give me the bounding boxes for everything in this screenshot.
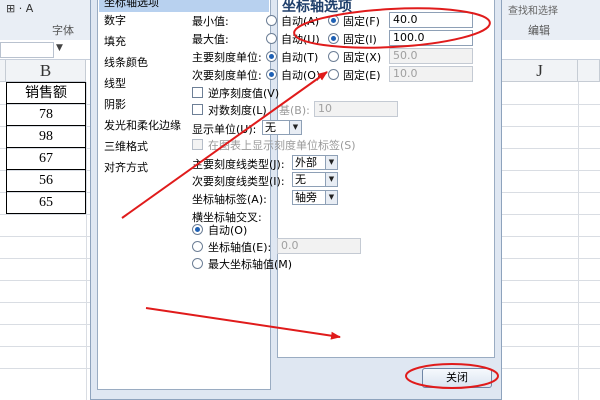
cross-axis-value-label[interactable]: 坐标轴值(E): bbox=[208, 239, 271, 255]
min-label: 最小值: bbox=[192, 15, 229, 28]
nav-item-alignment[interactable]: 对齐方式 bbox=[104, 159, 148, 175]
show-units-label-text: 在图表上显示刻度单位标签(S) bbox=[208, 139, 356, 152]
cross-axis-value-radio[interactable] bbox=[192, 241, 203, 252]
min-fixed-label[interactable]: 固定(F) bbox=[343, 13, 380, 29]
col-header-b[interactable]: B bbox=[6, 60, 86, 82]
col-header-k[interactable] bbox=[578, 60, 600, 82]
display-units-value: 无 bbox=[265, 121, 276, 134]
major-tick-type-value: 外部 bbox=[295, 156, 317, 169]
show-units-label-checkbox[interactable] bbox=[192, 139, 203, 150]
reverse-order-label[interactable]: 逆序刻度值(V) bbox=[208, 85, 279, 101]
cross-max-label[interactable]: 最大坐标轴值(M) bbox=[208, 256, 292, 272]
major-auto-radio[interactable] bbox=[266, 51, 277, 62]
nav-item-axis-options[interactable]: 坐标轴选项 bbox=[99, 0, 269, 12]
ribbon-toolbar-icons[interactable]: ⊞ · A bbox=[6, 2, 33, 15]
cross-auto-radio[interactable] bbox=[192, 224, 203, 235]
nav-item-number[interactable]: 数字 bbox=[104, 12, 126, 28]
log-base-label: 基(B): bbox=[279, 104, 310, 117]
cell-b6[interactable]: 65 bbox=[6, 192, 86, 214]
cell-b4[interactable]: 67 bbox=[6, 148, 86, 170]
axis-labels-select[interactable]: 轴旁 ▼ bbox=[292, 190, 338, 205]
ribbon-group-font: 字体 bbox=[52, 24, 74, 37]
chevron-down-icon[interactable]: ▼ bbox=[56, 43, 63, 53]
cell-b3[interactable]: 98 bbox=[6, 126, 86, 148]
format-axis-dialog: 坐标轴选项 数字 填充 线条颜色 线型 阴影 发光和柔化边缘 三维格式 对齐方式… bbox=[90, 0, 502, 400]
col-header-j[interactable]: J bbox=[502, 60, 578, 82]
ribbon-group-edit: 编辑 bbox=[528, 24, 550, 37]
nav-item-line-style[interactable]: 线型 bbox=[104, 75, 126, 91]
minor-fixed-label[interactable]: 固定(E) bbox=[343, 67, 381, 83]
display-units-label: 显示单位(U): bbox=[192, 123, 257, 136]
major-auto-label[interactable]: 自动(T) bbox=[281, 49, 318, 65]
minor-unit-label: 次要刻度单位: bbox=[192, 69, 262, 82]
nav-item-shadow[interactable]: 阴影 bbox=[104, 96, 126, 112]
log-base-input[interactable]: 10 bbox=[314, 101, 398, 117]
name-box[interactable] bbox=[0, 42, 54, 58]
cell-b5[interactable]: 56 bbox=[6, 170, 86, 192]
major-tick-type-select[interactable]: 外部 ▼ bbox=[292, 155, 338, 170]
min-value-input[interactable]: 40.0 bbox=[389, 12, 473, 28]
minor-unit-input[interactable]: 10.0 bbox=[389, 66, 473, 82]
max-fixed-label[interactable]: 固定(I) bbox=[343, 31, 377, 47]
max-label: 最大值: bbox=[192, 33, 229, 46]
major-fixed-label[interactable]: 固定(X) bbox=[343, 49, 381, 65]
max-fixed-radio[interactable] bbox=[328, 33, 339, 44]
reverse-order-checkbox[interactable] bbox=[192, 87, 203, 98]
close-button[interactable]: 关闭 bbox=[422, 368, 492, 388]
chevron-down-icon[interactable]: ▼ bbox=[325, 173, 337, 186]
nav-item-line-color[interactable]: 线条颜色 bbox=[104, 54, 148, 70]
max-value-input[interactable]: 100.0 bbox=[389, 30, 473, 46]
axis-labels-value: 轴旁 bbox=[295, 191, 317, 204]
log-scale-label[interactable]: 对数刻度(L) bbox=[208, 102, 267, 118]
find-select-button[interactable]: 查找和选择 bbox=[508, 2, 558, 17]
axis-labels-label: 坐标轴标签(A): bbox=[192, 193, 267, 206]
chevron-down-icon[interactable]: ▼ bbox=[325, 191, 337, 204]
display-units-select[interactable]: 无 ▼ bbox=[262, 120, 302, 135]
major-unit-input[interactable]: 50.0 bbox=[389, 48, 473, 64]
gridline bbox=[86, 82, 87, 400]
chevron-down-icon[interactable]: ▼ bbox=[289, 121, 301, 134]
min-auto-radio[interactable] bbox=[266, 15, 277, 26]
minor-auto-radio[interactable] bbox=[266, 69, 277, 80]
major-unit-label: 主要刻度单位: bbox=[192, 51, 262, 64]
minor-auto-label[interactable]: 自动(O) bbox=[281, 67, 320, 83]
nav-item-fill[interactable]: 填充 bbox=[104, 33, 126, 49]
cross-max-radio[interactable] bbox=[192, 258, 203, 269]
log-scale-checkbox[interactable] bbox=[192, 104, 203, 115]
min-auto-label[interactable]: 自动(A) bbox=[281, 13, 319, 29]
cross-auto-label[interactable]: 自动(O) bbox=[208, 222, 247, 238]
major-fixed-radio[interactable] bbox=[328, 51, 339, 62]
cell-b2[interactable]: 78 bbox=[6, 104, 86, 126]
cross-axis-value-input[interactable]: 0.0 bbox=[277, 238, 361, 254]
chevron-down-icon[interactable]: ▼ bbox=[325, 156, 337, 169]
minor-tick-type-value: 无 bbox=[295, 173, 306, 186]
minor-tick-type-label: 次要刻度线类型(I): bbox=[192, 175, 285, 188]
nav-item-3d-format[interactable]: 三维格式 bbox=[104, 138, 148, 154]
cell-b1[interactable]: 销售额 bbox=[6, 82, 86, 104]
minor-fixed-radio[interactable] bbox=[328, 69, 339, 80]
minor-tick-type-select[interactable]: 无 ▼ bbox=[292, 172, 338, 187]
max-auto-label[interactable]: 自动(U) bbox=[281, 31, 320, 47]
nav-item-glow[interactable]: 发光和柔化边缘 bbox=[104, 117, 181, 133]
max-auto-radio[interactable] bbox=[266, 33, 277, 44]
min-fixed-radio[interactable] bbox=[328, 15, 339, 26]
major-tick-type-label: 主要刻度线类型(J): bbox=[192, 158, 285, 171]
gridline bbox=[578, 82, 579, 400]
